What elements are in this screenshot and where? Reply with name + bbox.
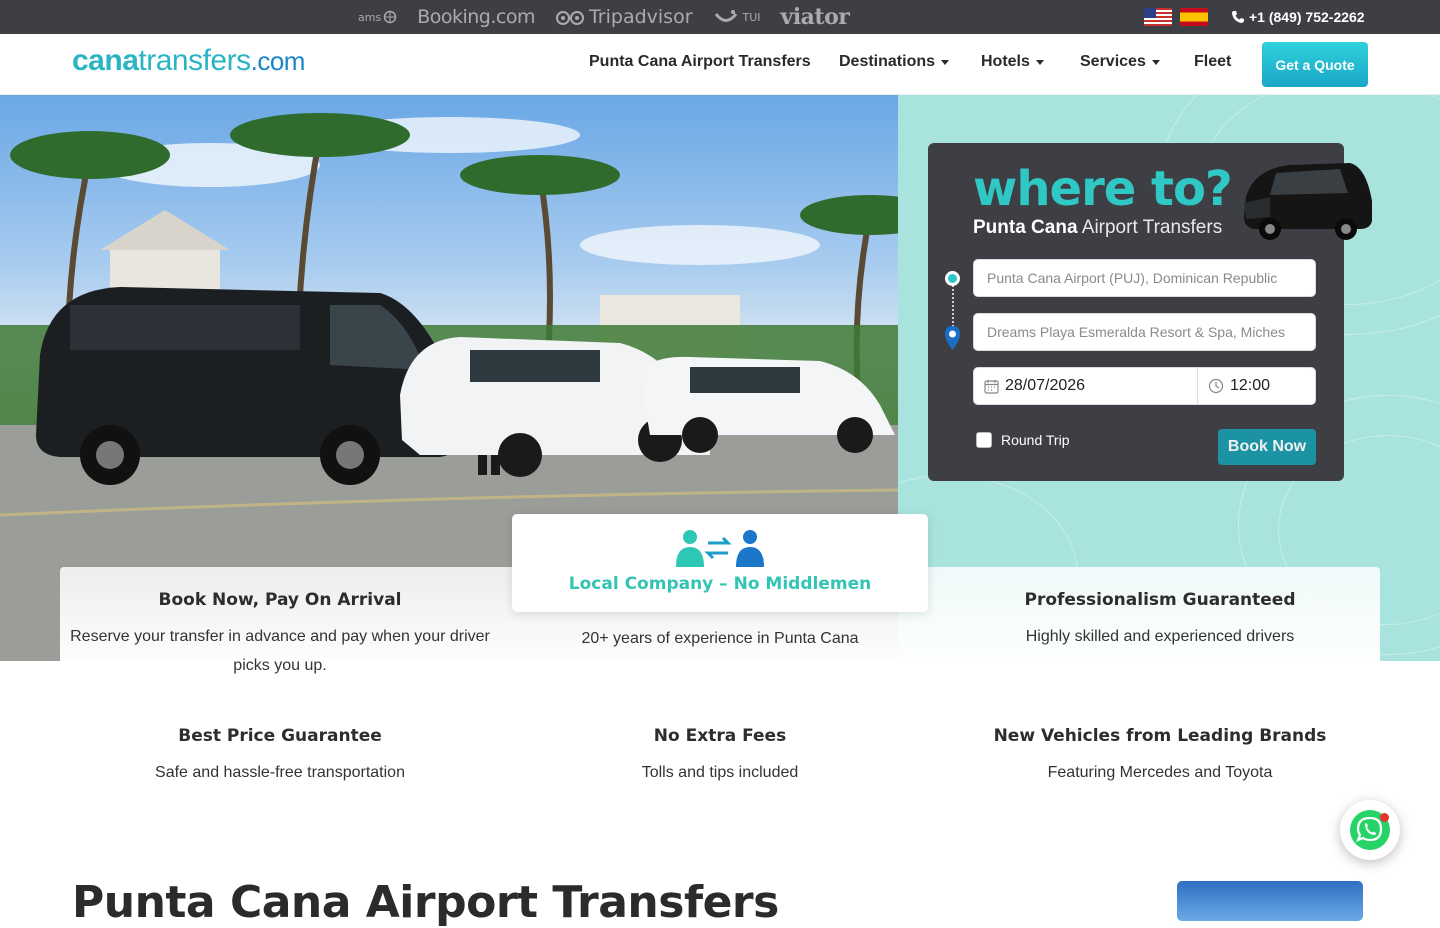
tripadvisor-owl-icon [555, 11, 584, 25]
nav-label: Punta Cana Airport Transfers [589, 53, 811, 70]
feature-no-extra-fees: No Extra Fees Tolls and tips included [500, 726, 940, 787]
round-trip-option[interactable]: Round Trip [976, 432, 1069, 448]
feature-best-price: Best Price Guarantee Safe and hassle-fre… [60, 726, 500, 787]
origin-dot-icon [945, 271, 960, 286]
pickup-location-input[interactable]: Punta Cana Airport (PUJ), Dominican Repu… [973, 259, 1316, 297]
feature-title: Book Now, Pay On Arrival [158, 590, 402, 610]
whatsapp-chat-button[interactable] [1340, 800, 1400, 860]
tui-logo: TUI [713, 9, 761, 25]
phone-link[interactable]: +1 (849) 752-2262 [1231, 0, 1365, 34]
dropoff-location-input[interactable]: Dreams Playa Esmeralda Resort & Spa, Mic… [973, 313, 1316, 351]
date-value: 28/07/2026 [1005, 377, 1086, 394]
language-switcher [1144, 8, 1208, 26]
clock-icon [1208, 378, 1224, 394]
ams-globe-icon [383, 10, 397, 24]
calendar-icon [984, 379, 999, 394]
feature-text: Tolls and tips included [641, 764, 799, 781]
ams-label: ams [358, 10, 382, 24]
feature-new-vehicles: New Vehicles from Leading Brands Featuri… [940, 726, 1380, 787]
tui-label: TUI [742, 10, 761, 24]
feature-title: Local Company – No Middlemen [568, 574, 872, 594]
spanish-flag-icon[interactable] [1180, 8, 1208, 26]
time-value: 12:00 [1230, 377, 1271, 394]
partner-bar: ams Booking.com Tripadvisor TUI viator +… [0, 0, 1440, 34]
destination-pin-icon [945, 326, 960, 350]
book-now-button[interactable]: Book Now [1218, 429, 1316, 465]
logo-part-com: .com [250, 46, 306, 76]
english-flag-icon[interactable] [1144, 8, 1172, 26]
feature-local-company: 20+ years of experience in Punta Cana [500, 624, 940, 653]
partner-logos: ams Booking.com Tripadvisor TUI viator [358, 0, 850, 34]
nav-label: Destinations [839, 53, 936, 70]
feature-title: Professionalism Guaranteed [1024, 590, 1296, 610]
phone-icon [1232, 11, 1244, 23]
nav-label: Fleet [1194, 53, 1232, 70]
nav-services[interactable]: Services [1080, 53, 1160, 71]
viator-logo: viator [780, 4, 850, 30]
nav-fleet[interactable]: Fleet [1194, 53, 1231, 71]
logo-part-transfers: transfers [138, 44, 251, 77]
nav-label: Services [1080, 53, 1146, 70]
nav-label: Hotels [981, 53, 1030, 70]
feature-title: No Extra Fees [653, 726, 787, 746]
feature-professionalism: Professionalism Guaranteed Highly skille… [940, 590, 1380, 651]
feature-title: New Vehicles from Leading Brands [993, 726, 1327, 746]
feature-text: 20+ years of experience in Punta Cana [581, 630, 859, 647]
section-heading: Punta Cana Airport Transfers [72, 877, 779, 928]
notification-dot [1380, 813, 1389, 822]
tripadvisor-logo: Tripadvisor [555, 6, 693, 28]
feature-text: Highly skilled and experienced drivers [1025, 628, 1295, 645]
chevron-down-icon [941, 59, 950, 65]
subtitle-bold: Punta Cana [973, 217, 1078, 238]
nav-destinations[interactable]: Destinations [839, 53, 950, 71]
booking-widget: where to? Punta Cana Airport Transfers P… [928, 143, 1372, 481]
booking-logo: Booking.com [417, 6, 535, 28]
tripadvisor-label: Tripadvisor [588, 6, 693, 28]
chevron-down-icon [1151, 59, 1160, 65]
feature-pay-on-arrival: Book Now, Pay On Arrival Reserve your tr… [60, 590, 500, 680]
feature-text: Reserve your transfer in advance and pay… [70, 628, 490, 674]
get-quote-button[interactable]: Get a Quote [1262, 42, 1368, 87]
feature-title: Best Price Guarantee [178, 726, 382, 746]
nav-hotels[interactable]: Hotels [981, 53, 1044, 71]
subtitle-light: Airport Transfers [1081, 217, 1223, 238]
time-input[interactable]: 12:00 [1197, 367, 1316, 405]
tui-smile-icon [714, 10, 737, 22]
round-trip-label: Round Trip [1001, 432, 1070, 448]
nav-airport-transfers[interactable]: Punta Cana Airport Transfers [589, 53, 811, 71]
booking-subtitle: Punta Cana Airport Transfers [973, 217, 1222, 239]
ams-logo: ams [358, 10, 397, 24]
round-trip-checkbox[interactable] [976, 432, 992, 448]
date-input[interactable]: 28/07/2026 [973, 367, 1198, 405]
chevron-down-icon [1035, 59, 1044, 65]
feature-text: Featuring Mercedes and Toyota [1047, 764, 1273, 781]
black-van-image [1244, 163, 1372, 240]
main-header: cana transfers .com Punta Cana Airport T… [0, 34, 1440, 95]
booking-title: where to? [973, 161, 1233, 217]
section-image [1177, 881, 1363, 921]
local-company-icon [676, 530, 764, 567]
site-logo[interactable]: cana transfers .com [72, 44, 305, 78]
logo-part-cana: cana [72, 44, 139, 77]
phone-number: +1 (849) 752-2262 [1249, 9, 1365, 25]
feature-text: Safe and hassle-free transportation [155, 764, 405, 781]
